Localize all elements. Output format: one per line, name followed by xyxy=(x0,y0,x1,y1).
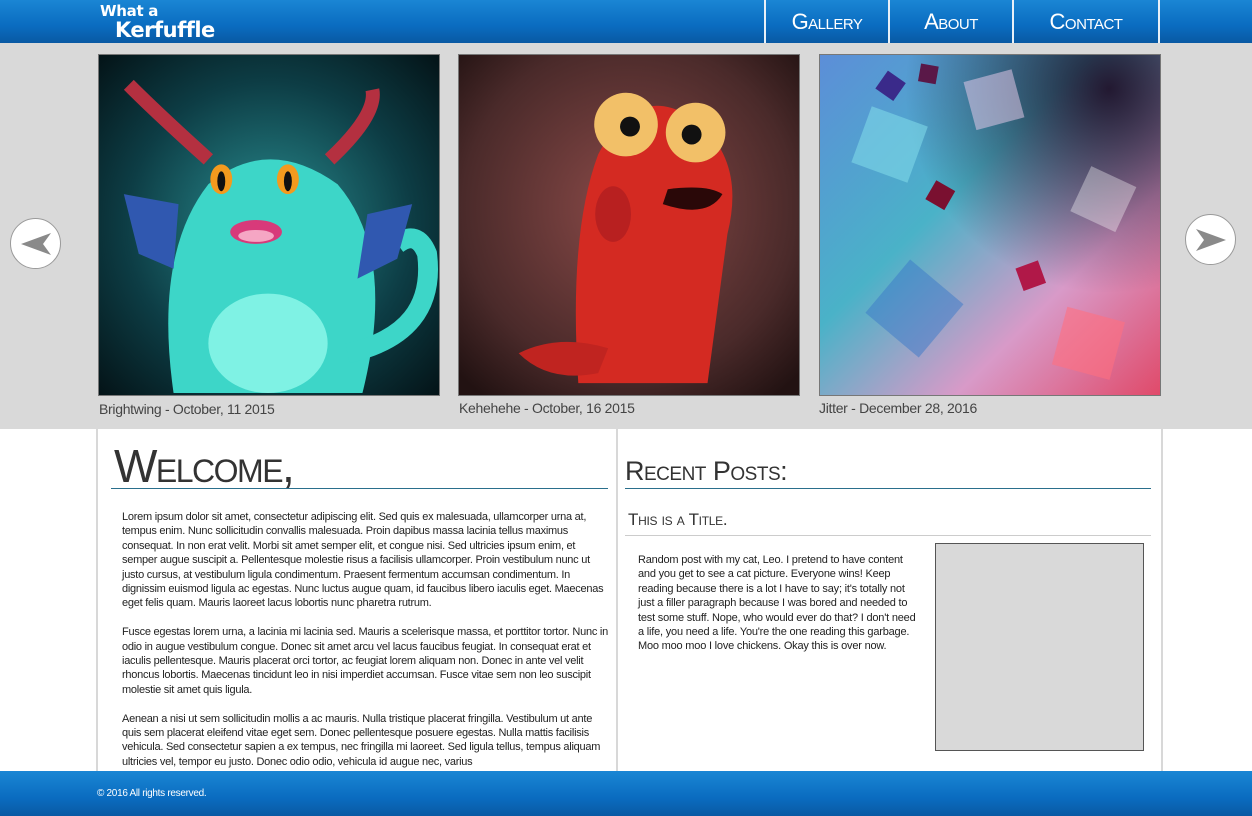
nav-gallery[interactable]: Gallery xyxy=(764,0,888,43)
carousel-next-button[interactable] xyxy=(1185,214,1236,265)
gallery-image-brightwing[interactable] xyxy=(98,54,440,396)
divider xyxy=(111,488,608,489)
site-header: What a Kerfuffle Gallery About Contact xyxy=(0,0,1252,43)
welcome-paragraph: Lorem ipsum dolor sit amet, consectetur … xyxy=(122,511,604,610)
welcome-title: Welcome, xyxy=(114,440,295,492)
carousel-prev-button[interactable] xyxy=(10,218,61,269)
site-logo[interactable]: What a Kerfuffle xyxy=(99,2,219,42)
logo-line-2: Kerfuffle xyxy=(115,18,215,42)
gallery-image-kehehehe[interactable] xyxy=(458,54,800,396)
post-image-placeholder xyxy=(935,543,1144,751)
welcome-paragraph: Aenean a nisi ut sem sollicitudin mollis… xyxy=(122,712,601,768)
arrow-left-icon xyxy=(20,232,51,255)
gallery-image-jitter[interactable] xyxy=(819,54,1161,396)
post-title[interactable]: This is a Title. xyxy=(628,510,728,530)
gallery-caption: Kehehehe - October, 16 2015 xyxy=(459,400,635,416)
nav-contact[interactable]: Contact xyxy=(1012,0,1160,43)
post-body: Random post with my cat, Leo. I pretend … xyxy=(638,554,916,653)
site-footer: © 2016 All rights reserved. xyxy=(0,771,1252,816)
welcome-body: Lorem ipsum dolor sit amet, consectetur … xyxy=(122,510,608,771)
gallery-caption: Brightwing - October, 11 2015 xyxy=(99,401,275,417)
recent-posts-section: Recent Posts: This is a Title. Random po… xyxy=(618,429,1163,771)
gallery-caption: Jitter - December 28, 2016 xyxy=(819,400,977,416)
recent-posts-title: Recent Posts: xyxy=(625,456,788,486)
welcome-paragraph: Fusce egestas lorem urna, a lacinia mi l… xyxy=(122,626,608,696)
gallery-carousel: Brightwing - October, 11 2015 Kehehehe -… xyxy=(0,43,1252,429)
copyright-text: © 2016 All rights reserved. xyxy=(97,788,207,799)
divider xyxy=(625,488,1151,489)
divider xyxy=(625,535,1151,536)
welcome-section: Welcome, Lorem ipsum dolor sit amet, con… xyxy=(96,429,618,771)
nav-about[interactable]: About xyxy=(888,0,1012,43)
main-nav: Gallery About Contact xyxy=(764,0,1160,43)
arrow-right-icon xyxy=(1195,228,1226,251)
